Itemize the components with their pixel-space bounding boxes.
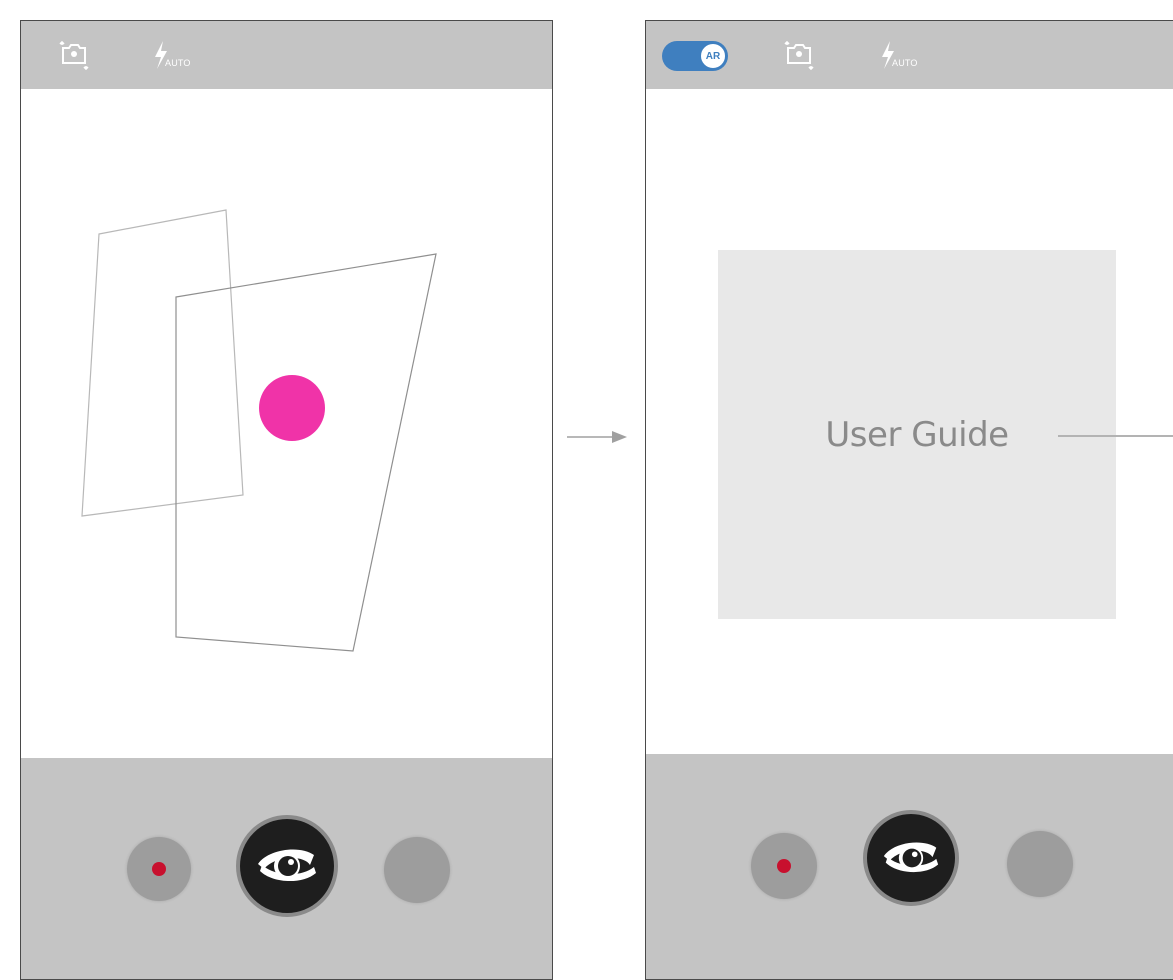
switch-camera-button[interactable] [782,39,818,75]
record-button[interactable] [751,833,817,899]
flash-mode-label: AUTO [165,58,191,68]
ar-plane-front [175,253,437,652]
user-guide-card[interactable]: User Guide [718,250,1116,619]
flash-button[interactable]: AUTO [878,39,938,75]
top-bar: AR AUTO [646,21,1173,89]
switch-camera-icon [59,40,89,71]
ar-target-marker[interactable] [259,375,325,441]
guide-pointer-line [1058,435,1173,437]
bottom-controls [646,754,1173,979]
shutter-button[interactable] [236,815,338,917]
shutter-button[interactable] [863,810,959,906]
ar-toggle[interactable]: AR [662,41,728,71]
gallery-button[interactable] [1007,831,1073,897]
record-button[interactable] [127,837,191,901]
eye-icon [258,849,316,882]
ar-plane-back [81,209,244,517]
bottom-controls [21,758,552,979]
top-bar: AUTO [21,21,552,89]
switch-camera-icon [784,40,814,71]
record-dot-icon [777,859,791,873]
user-guide-title: User Guide [825,415,1009,455]
gallery-button[interactable] [384,837,450,903]
ar-viewfinder [81,209,437,652]
ar-screen: AR AUTO User Guide [645,20,1173,980]
flash-mode-label: AUTO [892,58,918,68]
camera-screen: AUTO [20,20,553,980]
switch-camera-button[interactable] [57,39,93,75]
eye-icon [883,842,939,873]
flash-button[interactable]: AUTO [151,39,211,75]
record-dot-icon [152,862,166,876]
ar-toggle-knob: AR [700,43,726,69]
arrow-right-icon [567,431,627,443]
